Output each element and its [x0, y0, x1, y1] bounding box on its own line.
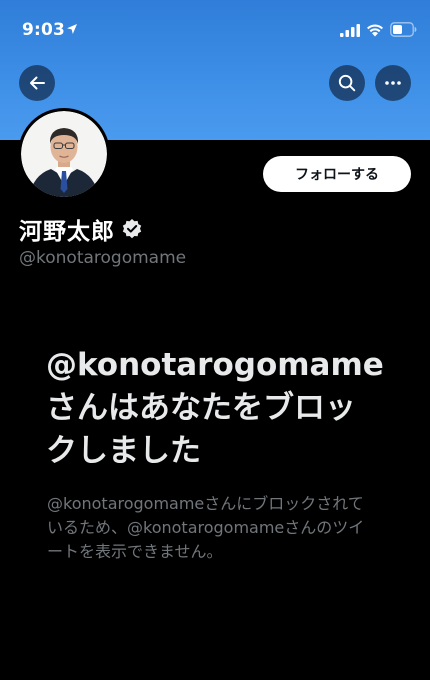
- status-time: 9:03: [22, 20, 66, 40]
- search-button[interactable]: [329, 65, 365, 101]
- location-arrow-icon: [67, 24, 77, 34]
- more-icon: [385, 81, 401, 85]
- profile-handle: @konotarogomame: [19, 248, 187, 268]
- status-bar: 9:03: [0, 0, 430, 56]
- back-button[interactable]: [19, 65, 55, 101]
- display-name: 河野太郎: [19, 219, 115, 245]
- more-options-button[interactable]: [375, 65, 411, 101]
- follow-button[interactable]: フォローする: [263, 156, 411, 192]
- verified-badge-icon: [122, 219, 142, 239]
- wifi-icon: [367, 24, 383, 37]
- battery-icon: [390, 22, 417, 37]
- back-arrow-icon: [30, 76, 45, 90]
- search-icon: [338, 74, 356, 92]
- blocked-title: @konotarogomameさんはあなたをブロックしました: [46, 347, 384, 469]
- blocked-description: @konotarogomameさんにブロックされているため、@konotarog…: [47, 494, 365, 561]
- signal-icon: [340, 24, 360, 37]
- profile-avatar[interactable]: [18, 108, 110, 200]
- profile-screen: 9:03 フォローする 河野太郎 @konotarogomame @konota…: [0, 0, 430, 680]
- display-name-row: 河野太郎: [19, 212, 143, 246]
- profile-photo: [21, 111, 107, 197]
